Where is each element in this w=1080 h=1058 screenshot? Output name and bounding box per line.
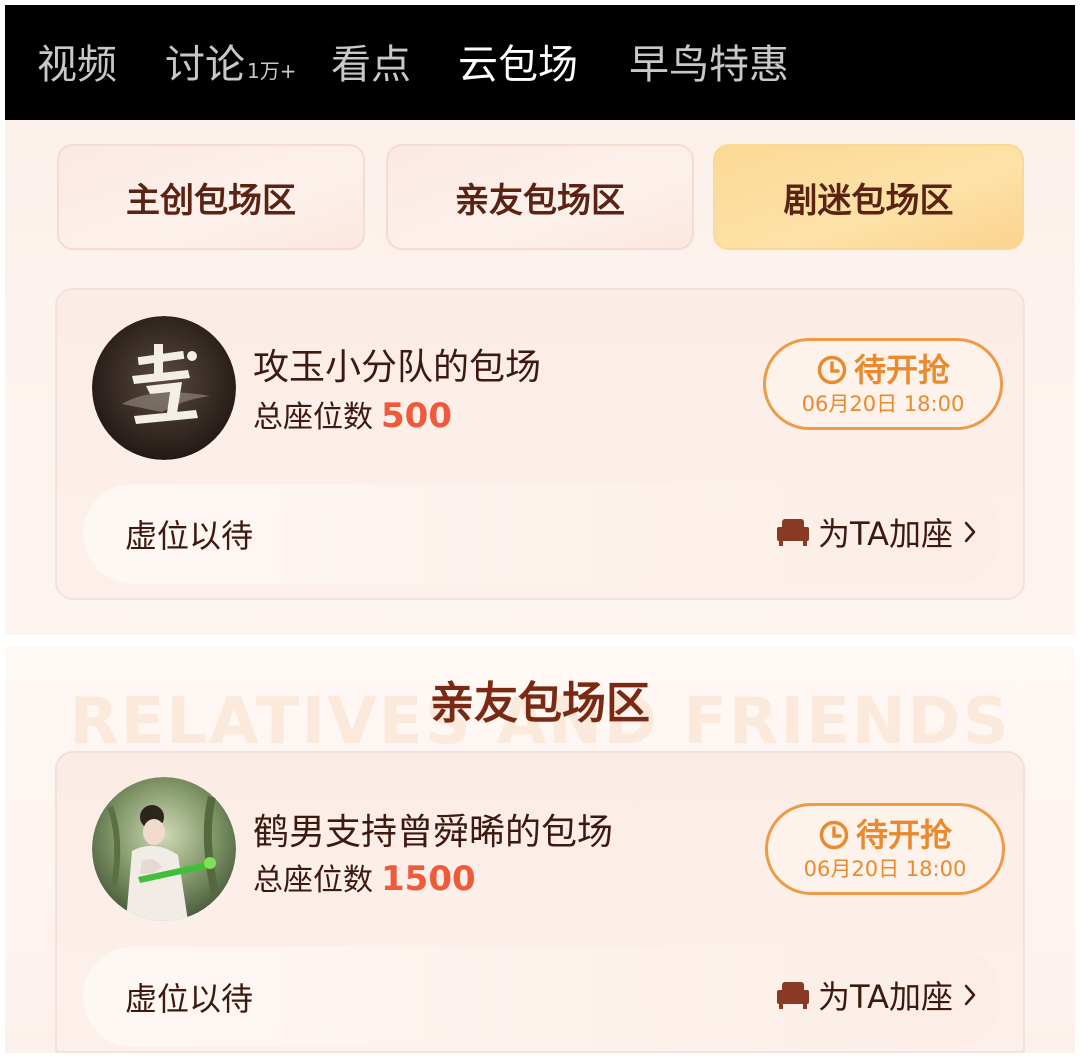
empty-seat-text: 虚位以待 xyxy=(125,980,254,1018)
clock-icon xyxy=(817,355,847,385)
discussion-count-badge: 1万+ xyxy=(247,59,297,83)
grab-status: 待开抢 xyxy=(818,816,952,854)
grab-start-time: 06月20日 18:00 xyxy=(801,392,965,416)
grab-status-button[interactable]: 待开抢 06月20日 18:00 xyxy=(765,803,1005,895)
nav-tab-highlights-label: 看点 xyxy=(331,42,411,88)
calligraphy-avatar-image xyxy=(92,316,236,460)
booking-title: 鹤男支持曾舜晞的包场 xyxy=(253,812,614,853)
zone-tab-creators[interactable]: 主创包场区 xyxy=(57,144,365,250)
top-nav: 视频 讨论 1万+ 看点 云包场 早鸟特惠 xyxy=(5,5,1075,120)
add-seat-link[interactable]: 为TA加座 xyxy=(776,509,979,555)
nav-tab-early-bird[interactable]: 早鸟特惠 xyxy=(629,39,789,91)
grab-status-button[interactable]: 待开抢 06月20日 18:00 xyxy=(763,338,1003,430)
grab-status-label: 待开抢 xyxy=(853,351,950,389)
seat-total-count: 1500 xyxy=(381,859,476,899)
nav-tab-video-label: 视频 xyxy=(37,42,117,88)
chevron-right-icon xyxy=(964,984,976,1006)
seat-total-label: 总座位数 xyxy=(253,400,373,435)
zone-tab-creators-label: 主创包场区 xyxy=(126,180,296,221)
seat-total: 总座位数 500 xyxy=(253,392,452,436)
seat-row: 虚位以待 为TA加座 xyxy=(83,947,1001,1047)
nav-tab-highlights[interactable]: 看点 xyxy=(331,39,411,91)
add-seat-label: 为TA加座 xyxy=(818,978,953,1016)
booking-card: 攻玉小分队的包场 总座位数500 待开抢 06月20日 18:00 虚位以待 xyxy=(55,288,1025,600)
nav-tab-video[interactable]: 视频 xyxy=(37,39,117,91)
portrait-avatar-image xyxy=(92,777,236,921)
clock-icon xyxy=(819,820,849,850)
zone-tab-friends-label: 亲友包场区 xyxy=(455,180,625,221)
section-divider xyxy=(5,635,1075,647)
nav-tab-early-bird-label: 早鸟特惠 xyxy=(629,42,789,88)
empty-seat-text: 虚位以待 xyxy=(125,517,254,555)
zone-tab-fans-label: 剧迷包场区 xyxy=(783,180,954,221)
section-title: 亲友包场区 xyxy=(430,678,650,729)
booking-card: 鹤男支持曾舜晞的包场 总座位数 1500 待开抢 06月20日 18:00 虚位以… xyxy=(55,751,1025,1053)
seat-total-label: 总座位数 xyxy=(253,863,373,898)
sofa-icon xyxy=(777,519,810,546)
grab-status: 待开抢 xyxy=(816,351,950,389)
nav-tab-discussion[interactable]: 讨论 1万+ xyxy=(165,39,296,97)
nav-tab-cloud-booking[interactable]: 云包场 xyxy=(458,39,578,91)
avatar[interactable] xyxy=(92,316,236,460)
seat-row: 虚位以待 为TA加座 xyxy=(83,484,1001,584)
grab-status-label: 待开抢 xyxy=(855,816,952,854)
zone-tab-friends[interactable]: 亲友包场区 xyxy=(386,144,694,250)
zone-tab-fans[interactable]: 剧迷包场区 xyxy=(713,144,1024,250)
add-seat-label: 为TA加座 xyxy=(818,515,953,553)
seat-total: 总座位数 1500 xyxy=(253,855,476,899)
seat-total-count: 500 xyxy=(381,396,452,436)
sofa-icon xyxy=(777,982,810,1009)
booking-title: 攻玉小分队的包场 xyxy=(253,347,542,388)
chevron-right-icon xyxy=(964,521,976,543)
app-frame: 视频 讨论1万+ 看点 云包场 早鸟特惠 主创包场区 亲友包场区 剧迷包场区 xyxy=(5,5,1075,1053)
grab-start-time: 06月20日 18:00 xyxy=(803,857,967,881)
nav-tab-discussion-label: 讨论 xyxy=(165,42,245,88)
add-seat-link[interactable]: 为TA加座 xyxy=(776,972,979,1018)
avatar[interactable] xyxy=(92,777,236,921)
nav-tab-cloud-booking-label: 云包场 xyxy=(458,42,578,88)
